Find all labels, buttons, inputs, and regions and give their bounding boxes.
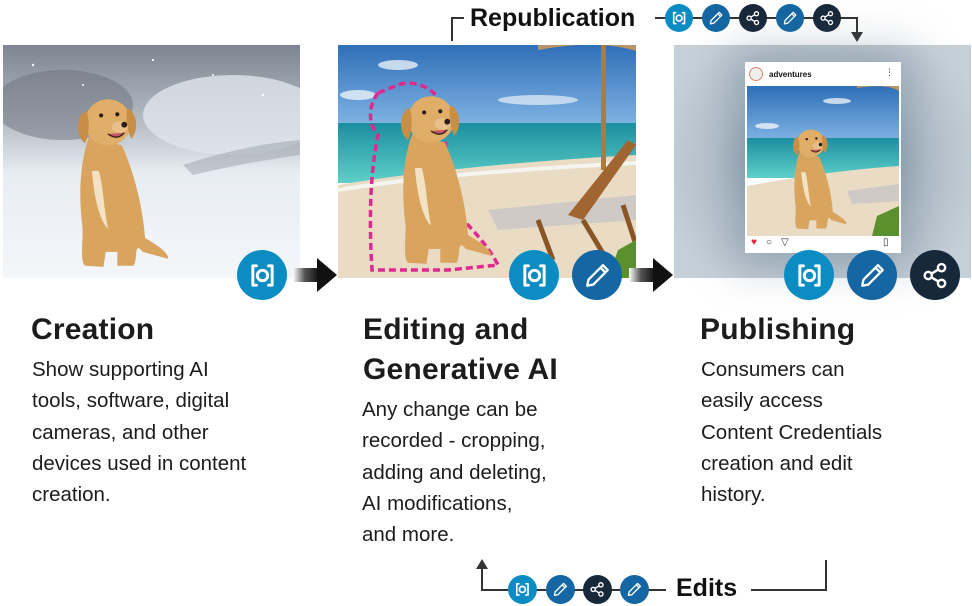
republication-label: Republication	[470, 4, 636, 32]
edits-line-right-vertical	[825, 560, 827, 591]
avatar	[749, 67, 763, 81]
post-header: adventures ⋮	[745, 62, 901, 86]
share-icon	[583, 575, 612, 604]
pencil-icon	[572, 250, 622, 300]
like-icon[interactable]: ♥	[751, 237, 757, 249]
publishing-title: Publishing	[700, 313, 856, 346]
send-icon[interactable]: ▽	[781, 237, 789, 249]
comment-icon[interactable]: ○	[766, 237, 772, 249]
republication-arrow-head	[851, 32, 863, 42]
pencil-icon	[847, 250, 897, 300]
pencil-icon	[546, 575, 575, 604]
arrow-right-icon	[629, 258, 673, 292]
editing-description: Any change can be recorded - cropping, a…	[362, 398, 547, 547]
pencil-icon	[702, 4, 730, 32]
camera-icon	[784, 250, 834, 300]
share-icon	[813, 4, 841, 32]
share-icon	[739, 4, 767, 32]
editing-title: Editing and Generative AI	[363, 313, 558, 386]
republication-line-left-vertical	[451, 17, 453, 41]
social-post-card: adventures ⋮ ♥ ○ ▽ ▯	[745, 62, 901, 253]
creation-description: Show supporting AI tools, software, digi…	[32, 358, 247, 507]
camera-icon	[665, 4, 693, 32]
edits-label: Edits	[676, 574, 738, 602]
camera-icon	[508, 575, 537, 604]
republication-line-left-horizontal	[451, 17, 464, 19]
editing-image	[338, 45, 636, 278]
edits-line-right	[751, 589, 827, 591]
camera-icon	[237, 250, 287, 300]
camera-icon	[509, 250, 559, 300]
post-username: adventures	[769, 69, 812, 79]
share-icon	[910, 250, 960, 300]
publishing-description: Consumers can easily access Content Cred…	[701, 358, 883, 507]
more-options-icon: ⋮	[885, 67, 894, 77]
pencil-icon	[620, 575, 649, 604]
edits-line-up	[481, 566, 483, 591]
pencil-icon	[776, 4, 804, 32]
bookmark-icon[interactable]: ▯	[883, 237, 889, 249]
creation-title: Creation	[31, 313, 155, 346]
post-image	[747, 86, 899, 236]
arrow-right-icon	[293, 258, 337, 292]
creation-image	[3, 45, 300, 278]
